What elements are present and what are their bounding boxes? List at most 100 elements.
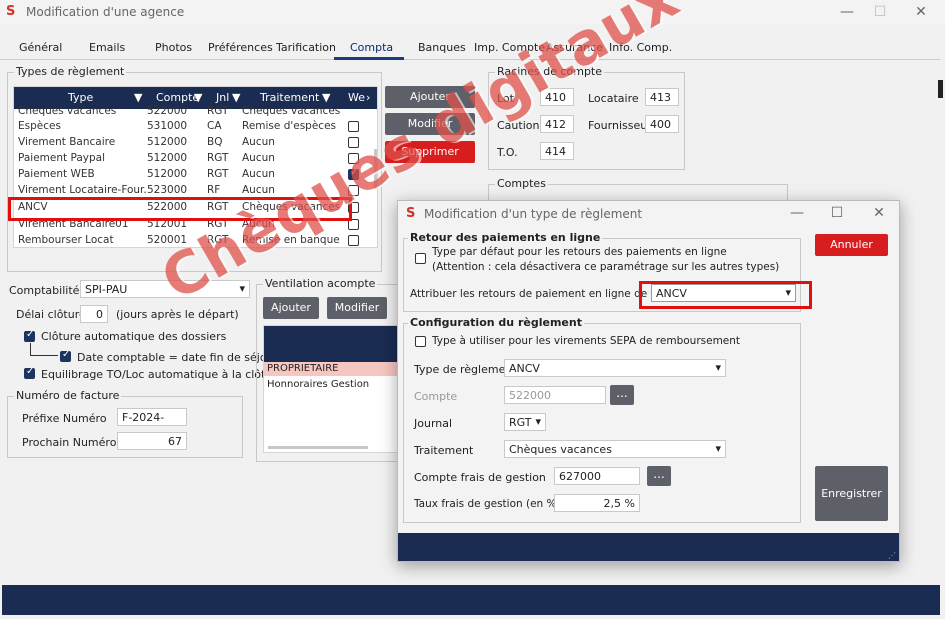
prefixe-label: Préfixe Numéro (22, 412, 107, 425)
ventilation-add-button[interactable]: Ajouter (263, 297, 319, 319)
edge-marker (938, 80, 943, 98)
traitement-label: Traitement (414, 444, 474, 457)
title-bar: S Modification d'une agence — ☐ ✕ (0, 0, 945, 24)
cell-type: Chèques vacances (18, 105, 117, 117)
resize-grip-icon[interactable]: ⋰ (888, 551, 896, 560)
tab-photos[interactable]: Photos (155, 41, 192, 54)
locataire-input[interactable]: 413 (645, 88, 679, 106)
retour-note: (Attention : cela désactivera ce paramét… (432, 261, 780, 273)
table-row[interactable]: Espèces 531000 CA Remise d'espèces (14, 119, 364, 135)
prochain-label: Prochain Numéro (22, 436, 117, 449)
fournisseur-input[interactable]: 400 (645, 115, 679, 133)
cell-compte: 512000 (147, 136, 188, 148)
col-traitement[interactable]: Traitement (260, 91, 319, 104)
tab-preferences[interactable]: Préférences (208, 41, 273, 54)
ventilation-edit-button[interactable]: Modifier (327, 297, 387, 319)
cell-compte: 523000 (147, 184, 188, 196)
prefixe-input[interactable]: F-2024- (117, 408, 187, 426)
minimize-button[interactable]: — (832, 2, 862, 22)
type-reglement-select[interactable]: ANCV (504, 359, 726, 377)
annuler-button[interactable]: Annuler (815, 234, 888, 256)
cell-jnl: CA (207, 120, 222, 132)
table-row[interactable]: Virement Bancaire 512000 BQ Aucun (14, 135, 364, 151)
delai-input[interactable]: 0 (80, 305, 108, 323)
cell-type: Paiement WEB (18, 168, 95, 180)
web-checkbox[interactable] (348, 121, 359, 132)
cell-jnl: RGT (207, 105, 229, 117)
sepa-checkbox[interactable] (415, 336, 426, 347)
dialog-close-button[interactable]: ✕ (864, 203, 894, 223)
journal-select[interactable]: RGT (504, 413, 546, 431)
retour-select-highlight-box (639, 281, 812, 309)
cloture-auto-checkbox[interactable] (24, 329, 35, 342)
delai-suffix: (jours après le départ) (116, 308, 239, 321)
journal-label: Journal (414, 417, 453, 430)
filter-icon[interactable]: ▼ (232, 91, 240, 104)
filter-icon[interactable]: ▼ (322, 91, 330, 104)
table-row[interactable]: Chèques vacances 522000 RGT Chèques vaca… (14, 104, 364, 120)
ventilation-title: Ventilation acompte (263, 277, 378, 290)
config-group: Configuration du règlement (403, 316, 801, 523)
enregistrer-button[interactable]: Enregistrer (815, 466, 888, 521)
compte-browse-button[interactable]: ... (610, 385, 634, 405)
to-label: T.O. (497, 146, 518, 159)
cell-type: Virement Bancaire (18, 136, 116, 148)
tab-compta[interactable]: Compta (350, 41, 393, 54)
active-tab-indicator (334, 57, 404, 60)
retour-default-label: Type par défaut pour les retours des pai… (432, 246, 727, 258)
ventilation-row[interactable]: Honnoraires Gestion (264, 378, 400, 392)
cell-type: Virement Locataire-Four. (18, 184, 147, 196)
to-input[interactable]: 414 (540, 142, 574, 160)
dialog-title: Modification d'un type de règlement (424, 207, 643, 221)
cell-compte: 522000 (147, 105, 188, 117)
cell-type: Rembourser Locat (18, 234, 114, 246)
web-checkbox[interactable] (348, 235, 359, 246)
retour-default-checkbox[interactable] (415, 253, 426, 264)
comptabilite-label: Comptabilité : (9, 284, 87, 297)
cell-traitement: Aucun (242, 168, 275, 180)
date-comptable-checkbox[interactable] (60, 349, 71, 362)
modification-type-dialog: S Modification d'un type de règlement — … (397, 200, 900, 562)
frais-label: Compte frais de gestion (414, 471, 546, 484)
cloture-auto-label: Clôture automatique des dossiers (41, 330, 227, 343)
ventilation-scrollbar[interactable] (268, 446, 368, 449)
maximize-button[interactable]: ☐ (865, 2, 895, 22)
cell-type: Espèces (18, 120, 61, 132)
taux-input[interactable]: 2,5 % (554, 494, 640, 512)
prochain-input[interactable]: 67 (117, 432, 187, 450)
delai-label: Délai clôture (16, 308, 86, 321)
equilibrage-checkbox[interactable] (24, 366, 35, 379)
tab-general[interactable]: Général (19, 41, 62, 54)
tree-connector (30, 343, 58, 356)
tab-tarification[interactable]: Tarification (276, 41, 336, 54)
col-type[interactable]: Type (68, 91, 93, 104)
dialog-minimize-button[interactable]: — (782, 203, 812, 223)
cell-jnl: RF (207, 184, 221, 196)
cell-traitement: Chèques vacances (242, 105, 341, 117)
ventilation-grid[interactable]: PROPRIETAIRE Honnoraires Gestion (263, 325, 400, 453)
date-comptable-label: Date comptable = date fin de séjour (77, 351, 279, 364)
frais-browse-button[interactable]: ... (647, 466, 671, 486)
comptes-title: Comptes (495, 177, 548, 190)
caution-input[interactable]: 412 (540, 115, 574, 133)
filter-icon[interactable]: ▼ (194, 91, 202, 104)
tab-emails[interactable]: Emails (89, 41, 125, 54)
tab-banques[interactable]: Banques (418, 41, 466, 54)
filter-icon[interactable]: ▼ (134, 91, 142, 104)
cell-jnl: RGT (207, 152, 229, 164)
tab-bar: Général Emails Photos Préférences Tarifi… (0, 38, 940, 60)
cell-jnl: RGT (207, 168, 229, 180)
ventilation-row-selected[interactable]: PROPRIETAIRE (264, 362, 400, 376)
scroll-right-icon[interactable]: › (366, 91, 370, 104)
cell-type: Paiement Paypal (18, 152, 105, 164)
col-compte[interactable]: Compte (156, 91, 199, 104)
dialog-maximize-button[interactable]: ☐ (822, 203, 852, 223)
config-title: Configuration du règlement (408, 316, 584, 329)
cell-traitement: Remise d'espèces (242, 120, 337, 132)
close-button[interactable]: ✕ (906, 2, 936, 22)
col-jnl[interactable]: Jnl (216, 91, 229, 104)
col-web[interactable]: We (348, 91, 365, 104)
traitement-select[interactable]: Chèques vacances (504, 440, 726, 458)
compte-input[interactable]: 522000 (504, 386, 606, 404)
frais-input[interactable]: 627000 (554, 467, 640, 485)
